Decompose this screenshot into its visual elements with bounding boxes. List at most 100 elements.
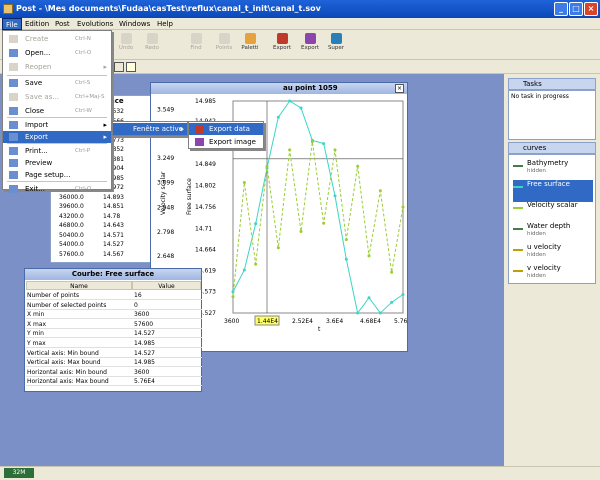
pencil-icon[interactable] bbox=[114, 62, 124, 72]
y-tick-right-label: 14.802 bbox=[195, 183, 216, 190]
redo-icon bbox=[146, 33, 158, 44]
export-button-1[interactable]: Export bbox=[270, 32, 294, 58]
fenetre-active-submenu: Export data Export image bbox=[188, 121, 264, 149]
data-point bbox=[288, 99, 292, 103]
menu-evolutions[interactable]: Evolutions bbox=[74, 18, 116, 30]
find-button[interactable]: Find bbox=[184, 32, 208, 58]
plot-close-button[interactable]: × bbox=[395, 84, 404, 93]
property-row[interactable]: Y min 14.527 bbox=[26, 329, 202, 339]
menu-item-export-data[interactable]: Export data bbox=[189, 123, 263, 135]
curve-swatch-icon bbox=[513, 224, 523, 230]
table-row[interactable]: 39600.0 14.851 bbox=[53, 202, 153, 211]
x-tick-label: 2.52E4 bbox=[292, 318, 313, 325]
menu-post[interactable]: Post bbox=[52, 18, 73, 30]
menu-item-close[interactable]: Close Ctrl-W bbox=[3, 105, 111, 117]
property-row[interactable]: Vertical axis: Max bound 14.985 bbox=[26, 358, 202, 368]
export-image-icon bbox=[195, 138, 204, 146]
table-row[interactable]: 57600.0 14.567 bbox=[53, 250, 153, 259]
curve-item[interactable]: Water depth hidden bbox=[513, 222, 593, 244]
x-tick-label: 4.68E4 bbox=[360, 318, 381, 325]
menu-item-exit[interactable]: Exit... Ctrl-Q bbox=[3, 183, 111, 195]
y-tick-right-label: 14.756 bbox=[195, 204, 216, 211]
redo-button[interactable]: Redo bbox=[140, 32, 164, 58]
data-point bbox=[276, 246, 280, 250]
curve-name: Velocity scalar bbox=[527, 201, 578, 209]
bulb-icon[interactable] bbox=[126, 62, 136, 72]
curve-status: hidden bbox=[527, 231, 546, 237]
data-point bbox=[254, 262, 258, 266]
undo-button[interactable]: Undo bbox=[114, 32, 138, 58]
curve-item[interactable]: Bathymetry hidden bbox=[513, 159, 593, 181]
curve-item[interactable]: u velocity hidden bbox=[513, 243, 593, 265]
property-value: 14.527 bbox=[134, 330, 155, 338]
menu-help[interactable]: Help bbox=[154, 18, 176, 30]
y-tick-right-label: 14.71 bbox=[195, 225, 212, 232]
menu-item-save[interactable]: Save Ctrl-S bbox=[3, 77, 111, 89]
maximize-button[interactable]: □ bbox=[569, 2, 583, 16]
table-row[interactable]: 50400.0 14.571 bbox=[53, 231, 153, 240]
super-button[interactable]: Super bbox=[324, 32, 348, 58]
undo-icon bbox=[120, 33, 132, 44]
menu-windows[interactable]: Windows bbox=[116, 18, 153, 30]
menu-item-preview[interactable]: Preview bbox=[3, 157, 111, 169]
curves-header[interactable]: curves bbox=[508, 142, 596, 154]
menu-item-create[interactable]: Create Ctrl-N bbox=[3, 33, 111, 45]
property-row[interactable]: Number of points 16 bbox=[26, 291, 202, 300]
table-row[interactable]: 46800.0 14.643 bbox=[53, 221, 153, 230]
curve-item[interactable]: Velocity scalar bbox=[513, 201, 593, 223]
close-icon bbox=[9, 107, 18, 115]
property-row[interactable]: Y max 14.985 bbox=[26, 339, 202, 348]
close-window-button[interactable]: × bbox=[584, 2, 598, 16]
property-row[interactable]: Horizontal axis: Min bound 3600 bbox=[26, 368, 202, 377]
export-image-icon bbox=[304, 33, 316, 44]
property-row[interactable]: Number of selected points 0 bbox=[26, 301, 202, 310]
tasks-panel: No task in progress bbox=[508, 90, 596, 140]
x-highlight-label: 1.44E4 bbox=[257, 318, 278, 325]
menu-item-save-as[interactable]: Save as... Ctrl+Maj-S bbox=[3, 91, 111, 103]
property-name: Horizontal axis: Min bound bbox=[27, 368, 107, 376]
tasks-header[interactable]: Tasks bbox=[508, 78, 596, 90]
menu-file[interactable]: File bbox=[2, 18, 22, 30]
table-row[interactable]: 43200.0 14.78 bbox=[53, 212, 153, 221]
menu-edition[interactable]: Edition bbox=[22, 18, 52, 30]
menu-item-fenetre-active[interactable]: Fenêtre active ▸ bbox=[113, 123, 187, 135]
menu-item-import[interactable]: Import ▸ bbox=[3, 119, 111, 131]
curve-swatch-icon bbox=[513, 266, 523, 272]
curve-item[interactable]: Free surface bbox=[513, 180, 593, 202]
menu-item-export[interactable]: Export ▸ bbox=[3, 131, 111, 143]
curve-item[interactable]: v velocity hidden bbox=[513, 264, 593, 286]
menu-item-print[interactable]: Print... Ctrl-P bbox=[3, 145, 111, 157]
property-row[interactable]: X max 57600 bbox=[26, 320, 202, 329]
export-button-2[interactable]: Export bbox=[298, 32, 322, 58]
import-icon bbox=[9, 121, 18, 129]
data-point bbox=[333, 194, 337, 198]
property-row[interactable]: Vertical axis: Min bound 14.527 bbox=[26, 349, 202, 358]
data-point bbox=[356, 164, 360, 168]
property-value: 57600 bbox=[134, 320, 154, 328]
property-name: Number of points bbox=[27, 292, 80, 299]
window-title: Post - \Mes documents\Fudaa\casTest\refl… bbox=[16, 4, 321, 13]
data-point bbox=[299, 106, 303, 110]
property-row[interactable]: X min 3600 bbox=[26, 310, 202, 320]
page-setup-icon bbox=[9, 171, 18, 179]
property-value: 16 bbox=[134, 292, 142, 299]
reopen-icon bbox=[9, 63, 18, 71]
menu-item-open[interactable]: Open... Ctrl-O bbox=[3, 47, 111, 59]
export-icon bbox=[9, 133, 18, 141]
palette-button[interactable]: Paletti bbox=[238, 32, 262, 58]
table-row[interactable]: 54000.0 14.527 bbox=[53, 240, 153, 249]
menu-item-export-image[interactable]: Export image bbox=[189, 136, 263, 148]
status-bar bbox=[0, 466, 600, 480]
data-point bbox=[299, 229, 303, 233]
property-row[interactable]: Horizontal axis: Max bound 5.76E4 bbox=[26, 377, 202, 387]
curve-swatch-icon bbox=[513, 161, 523, 167]
menu-item-reopen[interactable]: Reopen ▸ bbox=[3, 61, 111, 73]
super-icon bbox=[330, 33, 342, 44]
y-tick-left-label: 3.249 bbox=[157, 155, 174, 162]
points-button[interactable]: Points bbox=[212, 32, 236, 58]
property-name: Horizontal axis: Max bound bbox=[27, 378, 109, 386]
menu-item-page-setup[interactable]: Page setup... bbox=[3, 169, 111, 181]
curve-status: hidden bbox=[527, 273, 546, 279]
minimize-button[interactable]: _ bbox=[554, 2, 568, 16]
save-icon bbox=[9, 79, 18, 87]
